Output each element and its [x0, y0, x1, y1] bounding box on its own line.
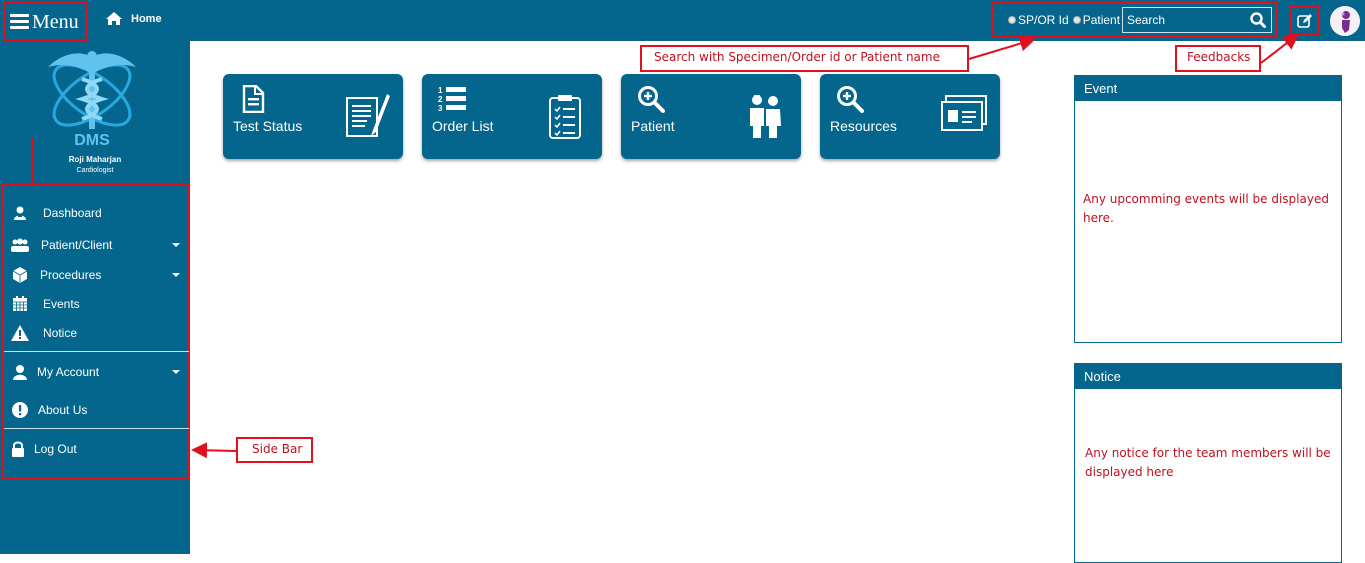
- sidebar: DMS Roji Maharjan Cardiologist Dashboard…: [0, 41, 190, 554]
- tile-order-list[interactable]: 1 2 3 Order List: [422, 74, 602, 159]
- search-callout: Search with Specimen/Order id or Patient…: [640, 45, 969, 72]
- sidebar-item-label: Patient/Client: [41, 238, 113, 252]
- user-icon: [11, 364, 29, 380]
- caduceus-icon: DMS: [48, 51, 136, 149]
- home-link[interactable]: Home: [106, 12, 162, 25]
- divider: [4, 428, 189, 429]
- sidebar-item-label: Events: [43, 297, 80, 311]
- magnifier-icon: [837, 86, 864, 113]
- cube-icon: [11, 267, 29, 283]
- svg-text:3: 3: [438, 104, 443, 113]
- event-panel-body: Any upcomming events will be displayed h…: [1083, 192, 1329, 225]
- top-bar: Menu Home SP/OR Id Patient: [0, 0, 1365, 42]
- tile-test-status[interactable]: Test Status: [223, 74, 403, 159]
- report-writing-icon: [346, 94, 390, 137]
- sidebar-item-label: About Us: [38, 403, 88, 417]
- sidebar-item-label: Dashboard: [43, 206, 102, 220]
- dms-logo: DMS: [42, 47, 142, 149]
- menu-label: Menu: [32, 10, 79, 33]
- search-button[interactable]: [1245, 9, 1271, 31]
- avatar-image: [1330, 6, 1360, 36]
- avatar[interactable]: [1330, 6, 1360, 36]
- sidebar-callout: Side Bar: [236, 437, 313, 463]
- divider: [4, 351, 189, 352]
- search-input[interactable]: [1123, 9, 1245, 31]
- annotation-line: [31, 138, 33, 184]
- feedback-button[interactable]: [1290, 5, 1319, 36]
- tile-label: Order List: [432, 118, 494, 134]
- patient-radio-label: Patient: [1082, 13, 1121, 27]
- sidebar-item-my-account[interactable]: My Account: [4, 359, 187, 385]
- calendar-icon: [11, 296, 29, 312]
- specimen-radio[interactable]: [1008, 16, 1016, 24]
- sidebar-item-notice[interactable]: Notice: [4, 320, 187, 346]
- sidebar-item-label: Notice: [43, 326, 78, 340]
- warning-icon: [11, 325, 29, 341]
- magnifier-icon: [638, 86, 665, 113]
- specimen-radio-label: SP/OR Id: [1018, 13, 1069, 27]
- chevron-down-icon: [172, 273, 180, 277]
- sidebar-item-patient-client[interactable]: Patient/Client: [4, 232, 187, 258]
- hamburger-icon: [10, 14, 29, 30]
- event-panel: Event Any upcomming events will be displ…: [1074, 75, 1342, 343]
- logo-text: DMS: [74, 132, 110, 147]
- search-icon: [1250, 12, 1266, 28]
- edit-icon: [1296, 13, 1312, 28]
- document-icon: [242, 85, 265, 113]
- home-label: Home: [131, 12, 162, 25]
- tile-resources[interactable]: Resources: [820, 74, 1000, 159]
- svg-text:2: 2: [438, 95, 443, 104]
- user-role: Cardiologist: [76, 167, 114, 174]
- chevron-down-icon: [172, 370, 180, 374]
- tile-label: Resources: [830, 118, 897, 134]
- notice-panel: Notice Any notice for the team members w…: [1074, 363, 1342, 563]
- sidebar-item-dashboard[interactable]: Dashboard: [4, 200, 187, 226]
- sidebar-item-label: Procedures: [40, 268, 102, 282]
- tile-label: Test Status: [233, 118, 303, 134]
- sidebar-item-events[interactable]: Events: [4, 291, 187, 317]
- chevron-down-icon: [172, 243, 180, 247]
- users-icon: [11, 237, 29, 253]
- tile-label: Patient: [631, 118, 675, 134]
- doctor-patient-icon: [750, 95, 781, 138]
- event-panel-title: Event: [1075, 76, 1341, 101]
- user-group-icon: [11, 205, 29, 221]
- sidebar-item-label: Log Out: [34, 442, 77, 456]
- user-name: Roji Maharjan: [68, 155, 122, 164]
- main-content: Test Status 1 2 3 Order List Patient Res…: [190, 41, 1365, 563]
- lock-icon: [9, 441, 27, 457]
- tile-patient[interactable]: Patient: [621, 74, 801, 159]
- search-area: SP/OR Id Patient: [992, 2, 1277, 38]
- numbered-list-icon: 1 2 3: [438, 86, 466, 113]
- search-field: [1122, 7, 1272, 33]
- sidebar-nav: Dashboard Patient/Client Procedures Even…: [2, 183, 189, 479]
- sidebar-item-about-us[interactable]: About Us: [4, 397, 187, 423]
- exclamation-icon: [11, 402, 29, 418]
- resource-cards-icon: [941, 95, 987, 131]
- home-icon: [106, 12, 122, 25]
- feedbacks-callout: Feedbacks: [1175, 45, 1261, 72]
- patient-radio[interactable]: [1072, 16, 1081, 24]
- sidebar-item-log-out[interactable]: Log Out: [4, 436, 187, 462]
- notice-panel-title: Notice: [1075, 364, 1341, 389]
- svg-text:1: 1: [438, 86, 443, 95]
- sidebar-item-label: My Account: [37, 365, 100, 379]
- clipboard-checklist-icon: [549, 95, 581, 139]
- sidebar-item-procedures[interactable]: Procedures: [4, 262, 187, 288]
- menu-button[interactable]: Menu: [3, 2, 87, 42]
- notice-panel-body: Any notice for the team members will be …: [1085, 446, 1331, 479]
